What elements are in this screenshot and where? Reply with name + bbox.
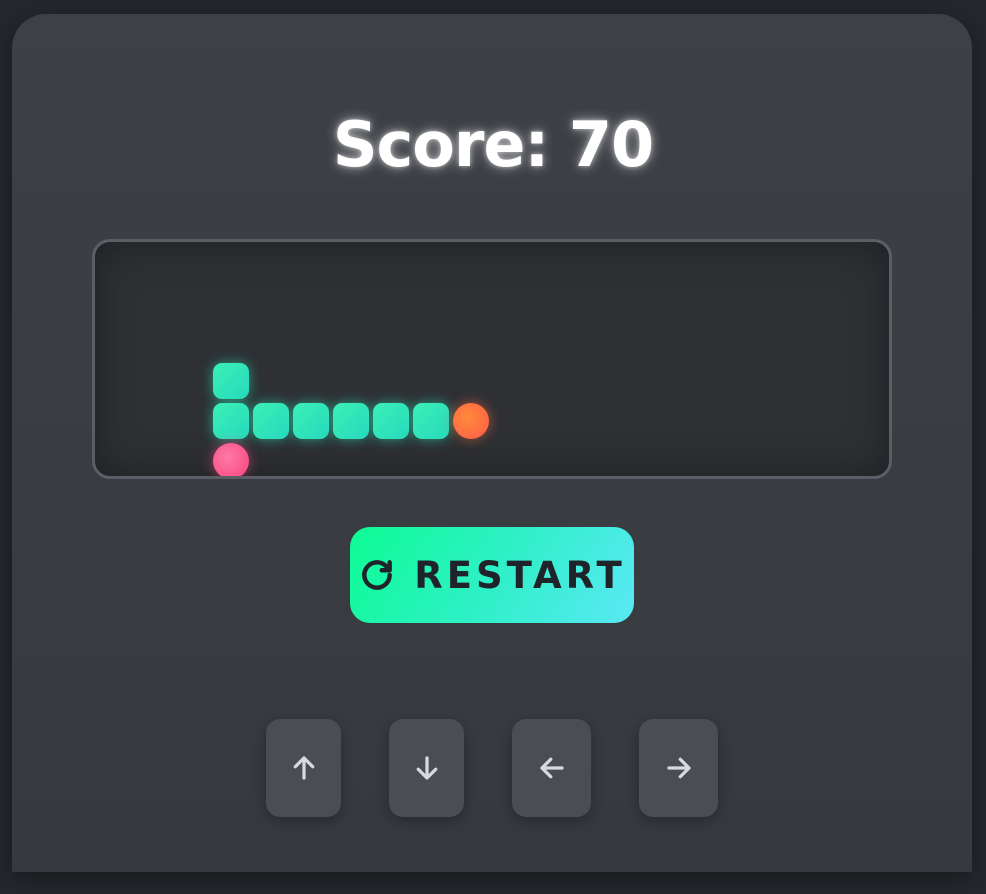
snake-segment bbox=[333, 403, 369, 439]
snake-segment bbox=[213, 403, 249, 439]
arrow-left-icon bbox=[537, 753, 567, 783]
down-button[interactable] bbox=[389, 719, 464, 817]
snake-segment bbox=[253, 403, 289, 439]
snake-segment bbox=[373, 403, 409, 439]
food-item bbox=[213, 443, 249, 476]
arrow-right-icon bbox=[664, 753, 694, 783]
arrow-up-icon bbox=[289, 753, 319, 783]
score-display: Score: 70 bbox=[332, 108, 654, 181]
restart-label: RESTART bbox=[414, 553, 626, 597]
left-button[interactable] bbox=[512, 719, 591, 817]
right-button[interactable] bbox=[639, 719, 718, 817]
refresh-icon bbox=[358, 556, 396, 594]
snake-head bbox=[453, 403, 489, 439]
restart-button[interactable]: RESTART bbox=[350, 527, 634, 623]
snake-segment bbox=[213, 363, 249, 399]
up-button[interactable] bbox=[266, 719, 341, 817]
snake-segment bbox=[293, 403, 329, 439]
game-board bbox=[92, 239, 892, 479]
arrow-down-icon bbox=[412, 753, 442, 783]
snake-segment bbox=[413, 403, 449, 439]
